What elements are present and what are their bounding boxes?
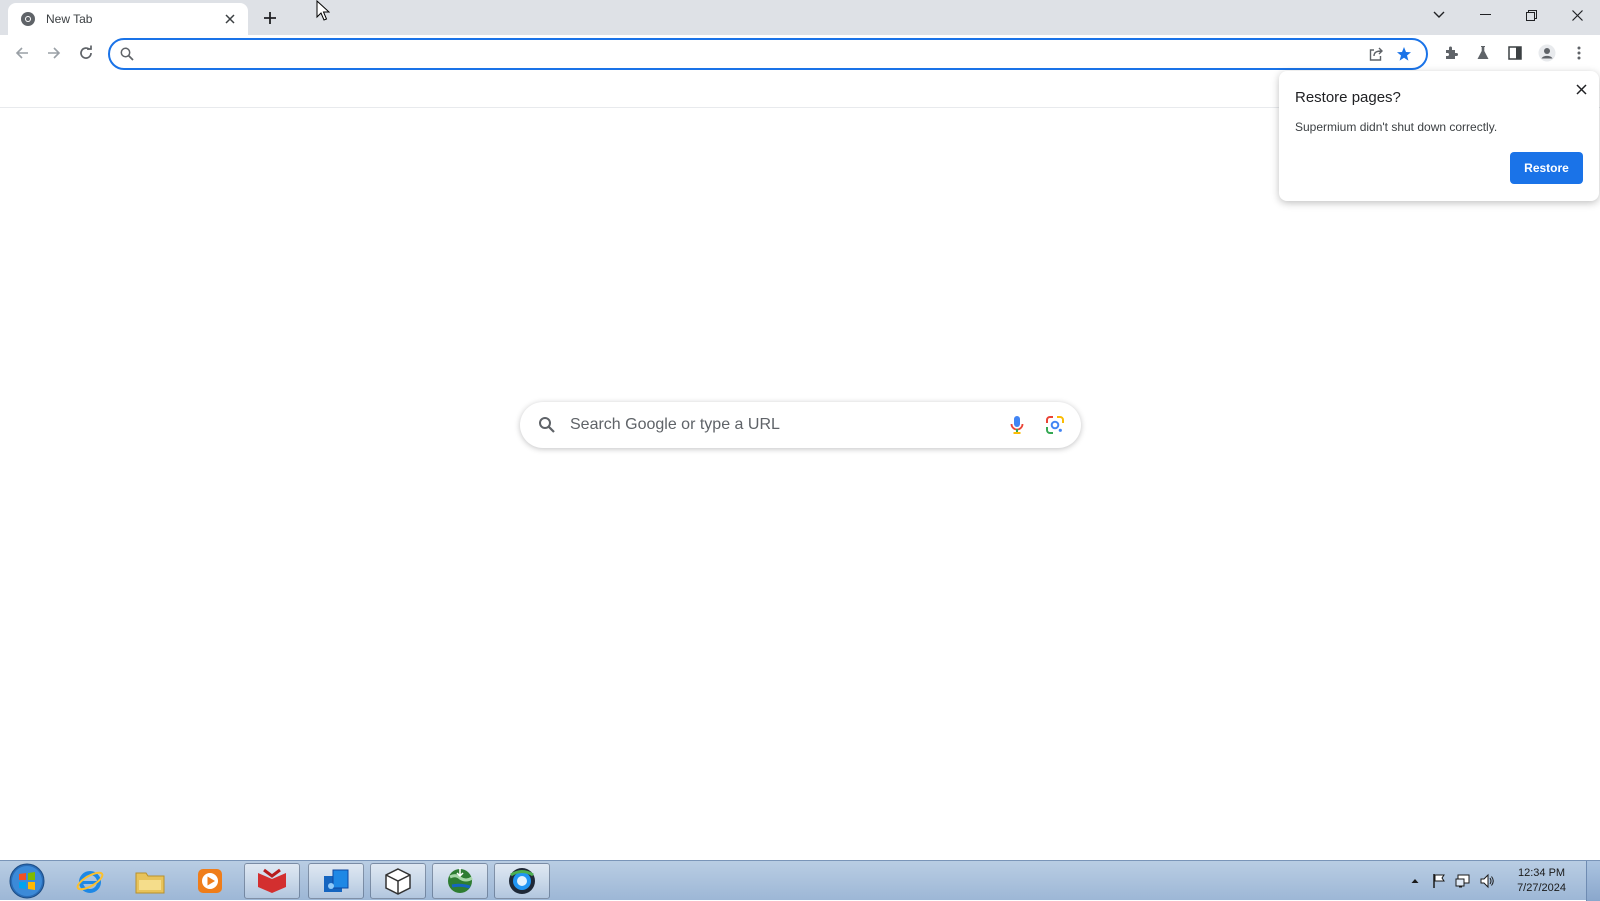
- bookmark-star-icon[interactable]: [1390, 40, 1418, 68]
- reload-button[interactable]: [72, 39, 100, 67]
- media-player-icon[interactable]: [182, 863, 238, 899]
- ntp-search-placeholder: Search Google or type a URL: [570, 416, 780, 433]
- action-center-flag-icon[interactable]: [1427, 869, 1451, 893]
- blue-app-icon[interactable]: [308, 863, 364, 899]
- minimize-button[interactable]: [1462, 0, 1508, 30]
- profile-avatar-icon[interactable]: [1533, 39, 1561, 67]
- globe-download-app-icon[interactable]: [432, 863, 488, 899]
- forward-button[interactable]: [40, 39, 68, 67]
- internet-explorer-icon[interactable]: [62, 863, 118, 899]
- clock-date: 7/27/2024: [1517, 882, 1566, 894]
- tab-title: New Tab: [46, 12, 93, 26]
- chrome-icon: [20, 11, 36, 27]
- start-button[interactable]: [4, 862, 50, 900]
- google-lens-icon[interactable]: [1043, 413, 1067, 437]
- red-app-icon[interactable]: [244, 863, 300, 899]
- taskbar: 12:34 PM 7/27/2024: [0, 860, 1600, 901]
- restore-pages-bubble: Restore pages? Supermium didn't shut dow…: [1279, 71, 1599, 201]
- toolbar: [0, 35, 1600, 73]
- voice-search-mic-icon[interactable]: [1005, 413, 1029, 437]
- tray-show-hidden-icon[interactable]: [1403, 869, 1427, 893]
- tab-search-chevron-icon[interactable]: [1416, 0, 1462, 30]
- back-button[interactable]: [8, 39, 36, 67]
- show-desktop-button[interactable]: [1586, 861, 1600, 901]
- restore-button[interactable]: Restore: [1510, 152, 1583, 184]
- network-icon[interactable]: [1451, 869, 1475, 893]
- bubble-message: Supermium didn't shut down correctly.: [1295, 120, 1498, 134]
- clock-time: 12:34 PM: [1517, 867, 1566, 879]
- share-icon[interactable]: [1362, 40, 1390, 68]
- close-window-button[interactable]: [1554, 0, 1600, 30]
- new-tab-button[interactable]: [258, 6, 282, 30]
- address-input[interactable]: [142, 45, 1362, 63]
- box-app-icon[interactable]: [370, 863, 426, 899]
- volume-icon[interactable]: [1475, 869, 1499, 893]
- bubble-close-icon[interactable]: [1571, 79, 1591, 99]
- mouse-cursor-icon: [316, 0, 331, 22]
- window-controls: [1416, 0, 1600, 30]
- ntp-search-box[interactable]: Search Google or type a URL: [520, 402, 1081, 448]
- tab-new-tab[interactable]: New Tab: [8, 3, 248, 35]
- tab-strip: New Tab: [0, 0, 1600, 35]
- supermium-browser-icon[interactable]: [494, 863, 550, 899]
- search-icon: [538, 416, 556, 434]
- menu-kebab-icon[interactable]: [1565, 39, 1593, 67]
- system-tray: 12:34 PM 7/27/2024: [1403, 861, 1566, 901]
- tab-close-icon[interactable]: [222, 11, 238, 27]
- restore-window-button[interactable]: [1508, 0, 1554, 30]
- search-icon: [120, 47, 134, 61]
- bubble-title: Restore pages?: [1295, 89, 1401, 106]
- extensions-icon[interactable]: [1437, 39, 1465, 67]
- system-clock[interactable]: 12:34 PM 7/27/2024: [1517, 866, 1566, 896]
- labs-flask-icon[interactable]: [1469, 39, 1497, 67]
- address-bar[interactable]: [108, 38, 1428, 70]
- file-explorer-icon[interactable]: [122, 863, 178, 899]
- side-panel-icon[interactable]: [1501, 39, 1529, 67]
